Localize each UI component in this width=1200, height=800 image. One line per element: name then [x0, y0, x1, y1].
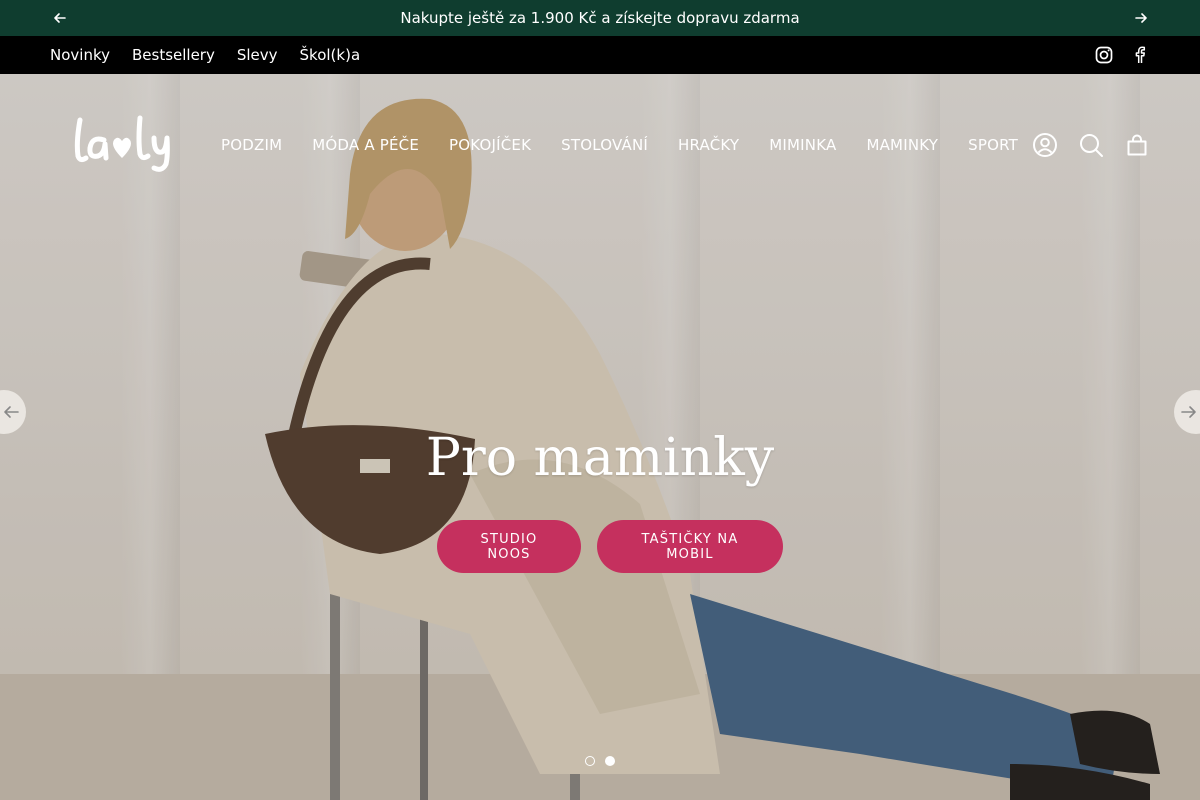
- arrow-left-icon: [2, 403, 20, 421]
- header-icons: [1032, 132, 1150, 158]
- utility-link-bestsellery[interactable]: Bestsellery: [132, 46, 215, 64]
- menu-item-moda-a-pece[interactable]: MÓDA A PÉČE: [297, 132, 434, 158]
- instagram-icon[interactable]: [1094, 45, 1114, 65]
- facebook-icon[interactable]: [1130, 45, 1150, 65]
- search-icon[interactable]: [1078, 132, 1104, 158]
- arrow-left-icon[interactable]: [42, 0, 78, 36]
- slide-dot-2[interactable]: [605, 756, 615, 766]
- utility-link-skolka[interactable]: Škol(k)a: [300, 46, 361, 64]
- menu-item-hracky[interactable]: HRAČKY: [663, 132, 754, 158]
- slide-pagination: [0, 756, 1200, 766]
- menu-item-podzim[interactable]: PODZIM: [206, 132, 297, 158]
- utility-bar: Novinky Bestsellery Slevy Škol(k)a: [0, 36, 1200, 74]
- cart-icon[interactable]: [1124, 132, 1150, 158]
- menu-item-maminky[interactable]: MAMINKY: [851, 132, 953, 158]
- account-icon[interactable]: [1032, 132, 1058, 158]
- cta-studio-noos-button[interactable]: STUDIO NOOS: [437, 520, 581, 573]
- announcement-bar: Nakupte ještě za 1.900 Kč a získejte dop…: [0, 0, 1200, 36]
- cta-tasticky-na-mobil-button[interactable]: TAŠTIČKY NA MOBIL: [597, 520, 783, 573]
- menu-item-pokojicek[interactable]: POKOJÍČEK: [434, 132, 546, 158]
- hero-cta-row: STUDIO NOOS TAŠTIČKY NA MOBIL: [0, 520, 1200, 573]
- arrow-right-icon: [1180, 403, 1198, 421]
- menu-item-miminka[interactable]: MIMINKA: [754, 132, 851, 158]
- social-links: [1094, 36, 1150, 74]
- utility-link-slevy[interactable]: Slevy: [237, 46, 278, 64]
- utility-link-novinky[interactable]: Novinky: [50, 46, 110, 64]
- hero-title: Pro maminky: [425, 428, 775, 488]
- slide-dot-1[interactable]: [585, 756, 595, 766]
- announcement-text: Nakupte ještě za 1.900 Kč a získejte dop…: [400, 9, 800, 27]
- menu-item-stolovani[interactable]: STOLOVÁNÍ: [546, 132, 663, 158]
- menu-item-sport[interactable]: SPORT: [953, 132, 1033, 158]
- arrow-right-icon[interactable]: [1123, 0, 1159, 36]
- utility-links: Novinky Bestsellery Slevy Škol(k)a: [0, 46, 360, 64]
- brand-logo[interactable]: [70, 110, 172, 174]
- main-menu: PODZIM MÓDA A PÉČE POKOJÍČEK STOLOVÁNÍ H…: [206, 132, 1033, 158]
- main-header: PODZIM MÓDA A PÉČE POKOJÍČEK STOLOVÁNÍ H…: [0, 74, 1200, 214]
